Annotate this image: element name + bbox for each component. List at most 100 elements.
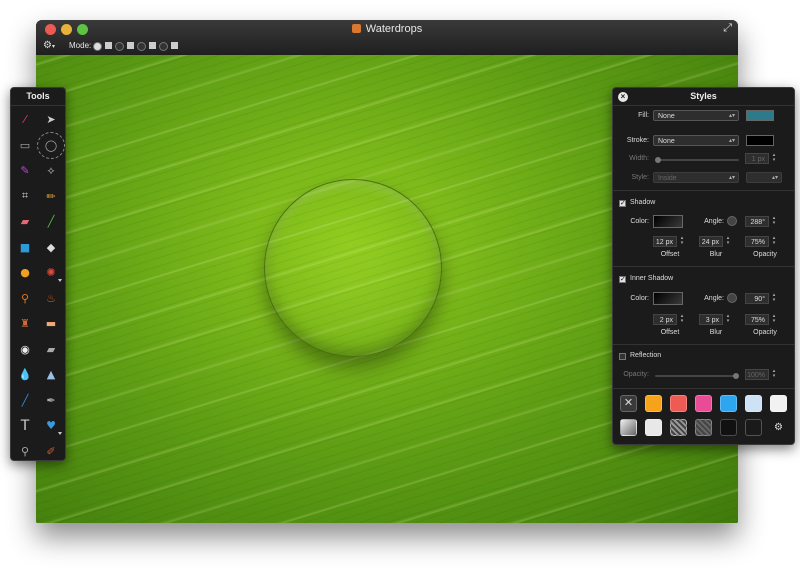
dash-style-popup[interactable]: ▴▾ — [746, 172, 782, 183]
tool-color-picker-button[interactable]: ✺ — [38, 260, 64, 286]
tool-paint-bucket-button[interactable]: ◆ — [38, 235, 64, 261]
tool-lasso-button[interactable]: ⟡ — [38, 158, 64, 184]
gear-icon[interactable]: ⚙▾ — [43, 40, 55, 51]
stepper-arrows-icon: ▴▾ — [728, 175, 735, 181]
tool-broom-button[interactable]: ⚲ — [12, 286, 38, 312]
stepper-arrows-icon: ▴▾ — [771, 175, 778, 181]
tool-blur-drop-button[interactable]: 💧 — [12, 362, 38, 388]
shadow-blur-stepper[interactable]: ▴ ▾ — [725, 236, 731, 247]
ellipse-select-icon: ◯ — [44, 138, 58, 152]
tool-red-eye-button[interactable]: ◉ — [12, 337, 38, 363]
shadow-angle-stepper[interactable]: ▴ ▾ — [771, 216, 777, 227]
tool-vector-pen-button[interactable]: ✒ — [38, 388, 64, 414]
tool-heart-shape-button[interactable]: ♥ — [38, 413, 64, 439]
shadow-angle-field[interactable]: 288° — [745, 216, 769, 227]
shadow-color-label: Color: — [630, 218, 649, 225]
sharpen-icon: ▲ — [46, 368, 56, 382]
tools-title: Tools — [11, 88, 65, 106]
style-preset-2-1[interactable] — [620, 419, 637, 436]
shadow-checkbox[interactable]: ✓ — [619, 200, 626, 207]
shadow-opacity-stepper[interactable]: ▴ ▾ — [771, 236, 777, 247]
color-picker-icon: ✺ — [46, 266, 56, 280]
inner-shadow-opacity-stepper[interactable]: ▴ ▾ — [771, 314, 777, 325]
reflection-checkbox[interactable] — [619, 353, 626, 360]
tool-line-button[interactable]: ╱ — [38, 209, 64, 235]
inner-shadow-offset-field[interactable]: 2 px — [653, 314, 677, 325]
style-preset-2-4[interactable] — [695, 419, 712, 436]
reflection-opacity-field[interactable]: 100% — [745, 369, 769, 380]
inner-shadow-angle-dial[interactable] — [727, 293, 737, 303]
tool-rect-select-button[interactable]: ▭ — [12, 133, 38, 159]
width-slider-knob[interactable] — [655, 157, 661, 163]
tool-magic-wand-button[interactable]: ⁄ — [12, 107, 38, 133]
reflection-slider-knob[interactable] — [733, 373, 739, 379]
presets-gear-icon[interactable]: ⚙ — [770, 419, 787, 436]
shadow-blur-field[interactable]: 24 px — [699, 236, 723, 247]
style-preset-2-3[interactable] — [670, 419, 687, 436]
style-preset-1-7[interactable] — [770, 395, 787, 412]
tool-pencil-button[interactable]: ✏ — [38, 184, 64, 210]
reflection-opacity-slider[interactable] — [655, 373, 739, 379]
width-field[interactable]: 1 px — [745, 153, 769, 164]
tool-crop-button[interactable]: ⌗ — [12, 184, 38, 210]
shadow-color-well[interactable] — [653, 215, 683, 228]
tool-brush-select-button[interactable]: ✎ — [12, 158, 38, 184]
style-popup[interactable]: Inside ▴▾ — [653, 172, 739, 183]
style-preset-1-3[interactable] — [670, 395, 687, 412]
inner-shadow-color-well[interactable] — [653, 292, 683, 305]
mode-options — [93, 41, 178, 51]
no-style-preset[interactable]: ✕ — [620, 395, 637, 412]
shadow-offset-field[interactable]: 12 px — [653, 236, 677, 247]
style-presets-row-1: ✕ — [616, 392, 791, 415]
stroke-label: Stroke: — [626, 137, 649, 144]
mode-subtract-radio[interactable] — [137, 42, 146, 51]
fill-popup[interactable]: None ▴▾ — [653, 110, 739, 121]
inner-shadow-blur-stepper[interactable]: ▴ ▾ — [725, 314, 731, 325]
tool-smudge-button[interactable]: ▰ — [38, 337, 64, 363]
inner-shadow-opacity-field[interactable]: 75% — [745, 314, 769, 325]
document-icon — [351, 24, 361, 33]
tool-sharpen-button[interactable]: ▲ — [38, 362, 64, 388]
style-preset-2-2[interactable] — [645, 419, 662, 436]
width-slider[interactable] — [655, 157, 739, 163]
shadow-offset-stepper[interactable]: ▴ ▾ — [679, 236, 685, 247]
tool-arrow-button[interactable]: ➤ — [38, 107, 64, 133]
mode-add-radio[interactable] — [115, 42, 124, 51]
tool-bandage-button[interactable]: ▬ — [38, 311, 64, 337]
tool-ellipse-button[interactable]: ● — [12, 260, 38, 286]
inner-shadow-angle-field[interactable]: 90° — [745, 293, 769, 304]
fill-color-well[interactable] — [746, 110, 774, 121]
shadow-angle-dial[interactable] — [727, 216, 737, 226]
tool-rectangle-button[interactable]: ■ — [12, 235, 38, 261]
tool-stamp-button[interactable]: ♜ — [12, 311, 38, 337]
tool-pen-button[interactable]: ╱ — [12, 388, 38, 414]
tool-ellipse-select-button[interactable]: ◯ — [37, 131, 65, 159]
style-preset-1-4[interactable] — [695, 395, 712, 412]
reflection-opacity-stepper[interactable]: ▴ ▾ — [771, 369, 777, 380]
inner-shadow-angle-stepper[interactable]: ▴ ▾ — [771, 293, 777, 304]
style-preset-2-5[interactable] — [720, 419, 737, 436]
inner-shadow-checkbox[interactable]: ✓ — [619, 276, 626, 283]
stroke-popup[interactable]: None ▴▾ — [653, 135, 739, 146]
tool-text-button[interactable]: T — [12, 413, 38, 439]
window-title-area: Waterdrops — [36, 23, 738, 35]
style-preset-1-5[interactable] — [720, 395, 737, 412]
inner-shadow-offset-stepper[interactable]: ▴ ▾ — [679, 314, 685, 325]
tool-zoom-button[interactable]: ⚲ — [12, 439, 38, 465]
tool-burn-button[interactable]: ♨ — [38, 286, 64, 312]
fullscreen-icon[interactable]: ⤢ — [723, 22, 732, 35]
mode-normal-icon — [105, 42, 112, 49]
width-stepper[interactable]: ▴ ▾ — [771, 153, 777, 164]
mode-normal-radio[interactable] — [93, 42, 102, 51]
style-preset-1-6[interactable] — [745, 395, 762, 412]
inner-shadow-blur-field[interactable]: 3 px — [699, 314, 723, 325]
close-icon[interactable]: × — [618, 92, 628, 102]
style-preset-2-6[interactable] — [745, 419, 762, 436]
waterdrop-shape[interactable] — [264, 179, 442, 357]
mode-intersect-radio[interactable] — [159, 42, 168, 51]
style-preset-1-2[interactable] — [645, 395, 662, 412]
tool-eraser-button[interactable]: ▰ — [12, 209, 38, 235]
shadow-opacity-field[interactable]: 75% — [745, 236, 769, 247]
stroke-color-well[interactable] — [746, 135, 774, 146]
tool-eyedropper-button[interactable]: ✐ — [38, 439, 64, 465]
